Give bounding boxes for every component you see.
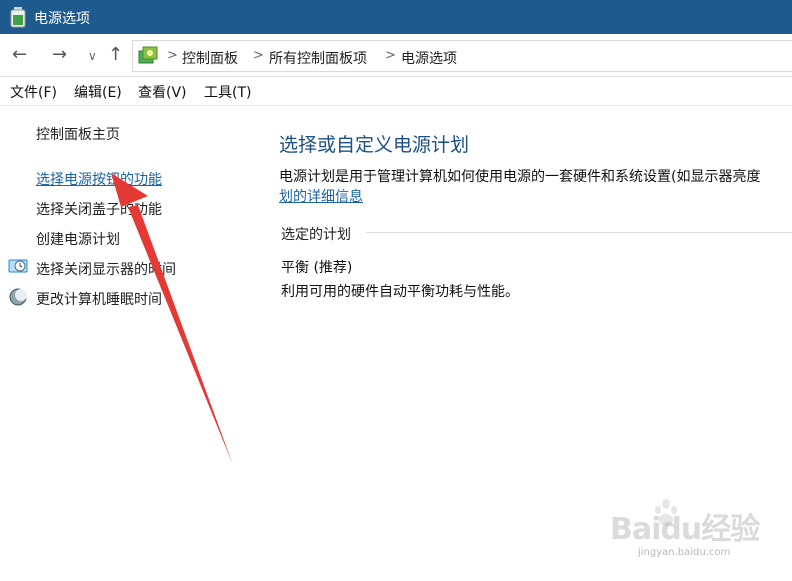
watermark-text: Baidu经验: [610, 512, 760, 547]
watermark-url: jingyan.baidu.com: [638, 547, 731, 558]
